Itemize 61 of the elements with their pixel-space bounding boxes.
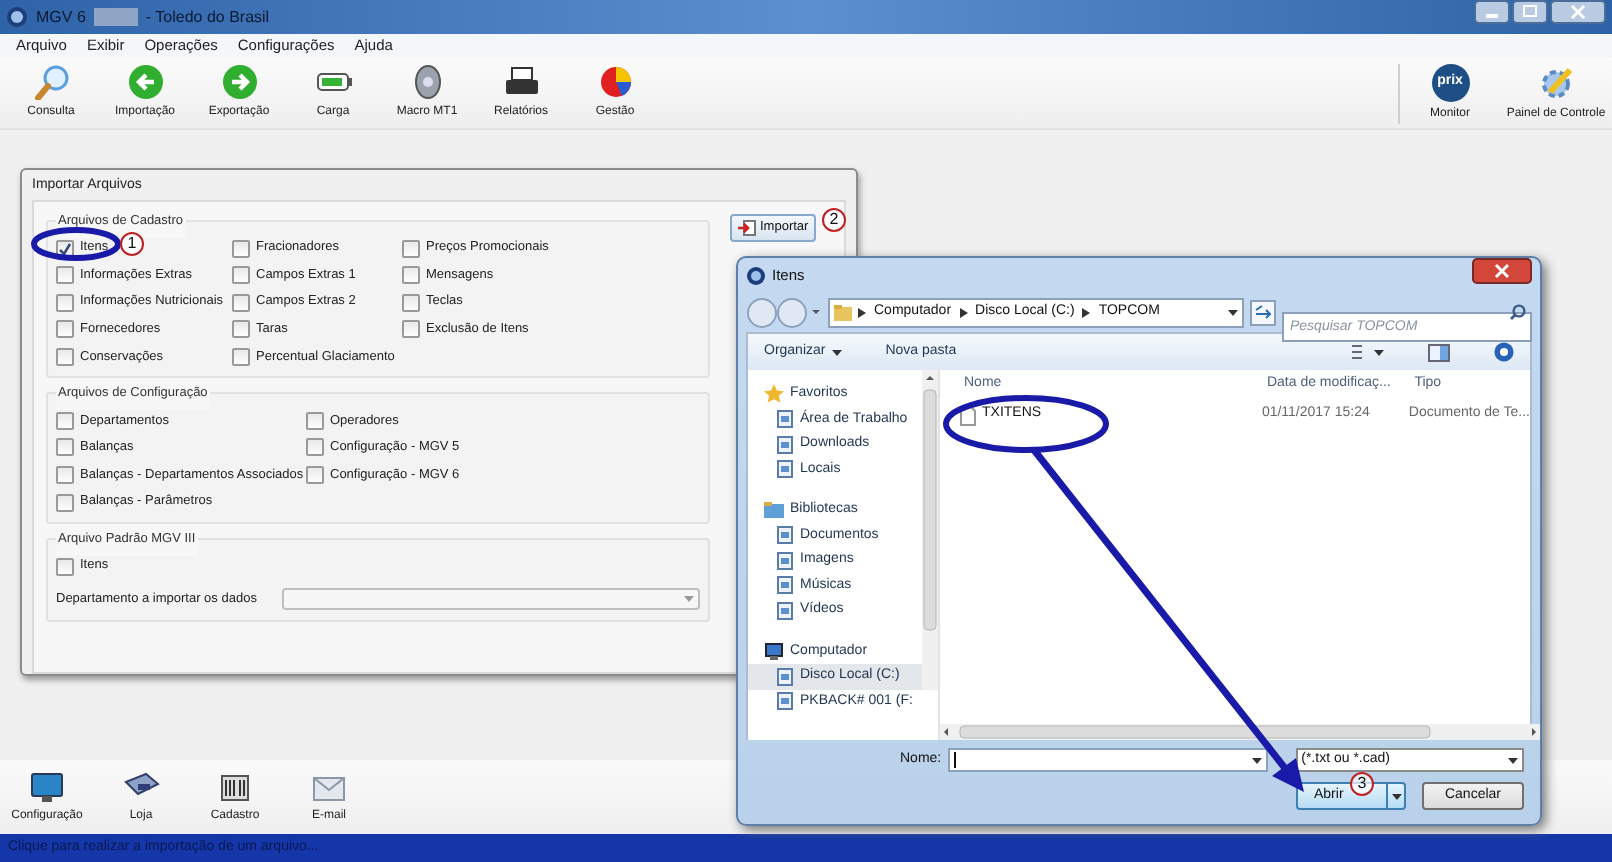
app-logo-icon <box>6 6 28 28</box>
close-icon <box>1550 0 1606 24</box>
maximize-button-icon <box>1512 0 1548 24</box>
checkbox[interactable] <box>56 438 74 457</box>
chevron-icon <box>858 307 866 317</box>
caret-icon <box>831 349 842 355</box>
view-options-icon <box>1352 344 1384 360</box>
folder-icon <box>834 303 852 321</box>
search-icon <box>33 64 69 100</box>
printer-icon <box>503 64 539 100</box>
checkbox[interactable] <box>306 411 324 430</box>
search-icon <box>1510 304 1526 320</box>
minimize-button-icon <box>1474 0 1510 24</box>
checkbox[interactable] <box>56 347 74 366</box>
document-icon <box>738 220 756 236</box>
gear-pencil-icon <box>1537 63 1575 101</box>
checkbox[interactable] <box>402 266 420 285</box>
checkbox[interactable] <box>232 239 250 257</box>
department-dropdown[interactable] <box>282 588 700 611</box>
blurred-area <box>93 8 138 26</box>
checkbox[interactable] <box>232 347 250 366</box>
chevron-icon <box>959 307 968 317</box>
window-title: MGV 6 <box>36 5 86 29</box>
caret-icon <box>1391 793 1401 799</box>
checkbox[interactable] <box>56 466 74 485</box>
chevron-icon <box>1082 307 1091 317</box>
checkbox[interactable] <box>56 293 74 312</box>
checkbox[interactable] <box>56 411 74 430</box>
window-title: - Toledo do Brasil <box>145 5 270 29</box>
help-icon <box>1494 342 1514 362</box>
monitor-icon <box>28 769 66 803</box>
checkbox[interactable] <box>306 438 324 457</box>
check-icon <box>58 241 72 255</box>
pie-chart-icon <box>597 64 633 100</box>
split-dropdown-button[interactable] <box>1386 784 1404 808</box>
filename-field[interactable] <box>947 748 1268 772</box>
app-logo-icon <box>746 265 766 285</box>
computer-icon <box>764 641 784 662</box>
text-cursor <box>953 752 956 768</box>
back-forward-icon <box>746 297 822 327</box>
highlight-ellipse <box>31 227 121 261</box>
checkbox[interactable] <box>232 266 250 285</box>
caret-icon <box>1228 309 1238 315</box>
close-icon <box>1472 258 1532 284</box>
preview-pane-icon <box>1428 343 1450 361</box>
checkbox[interactable] <box>56 493 74 512</box>
star-icon <box>764 384 784 405</box>
checkbox[interactable] <box>232 293 250 312</box>
checkbox[interactable] <box>402 239 420 257</box>
disc-icon <box>409 64 445 100</box>
checkbox[interactable] <box>306 466 324 485</box>
checkbox[interactable] <box>402 320 420 339</box>
checkbox[interactable] <box>232 320 250 339</box>
refresh-icon <box>1250 299 1276 325</box>
barcode-icon <box>216 769 254 803</box>
checkbox[interactable] <box>56 320 74 339</box>
caret-icon <box>684 596 694 603</box>
folder-icon <box>764 500 784 521</box>
checkbox[interactable] <box>56 557 74 576</box>
checkbox[interactable] <box>56 266 74 285</box>
checkbox[interactable] <box>402 293 420 312</box>
